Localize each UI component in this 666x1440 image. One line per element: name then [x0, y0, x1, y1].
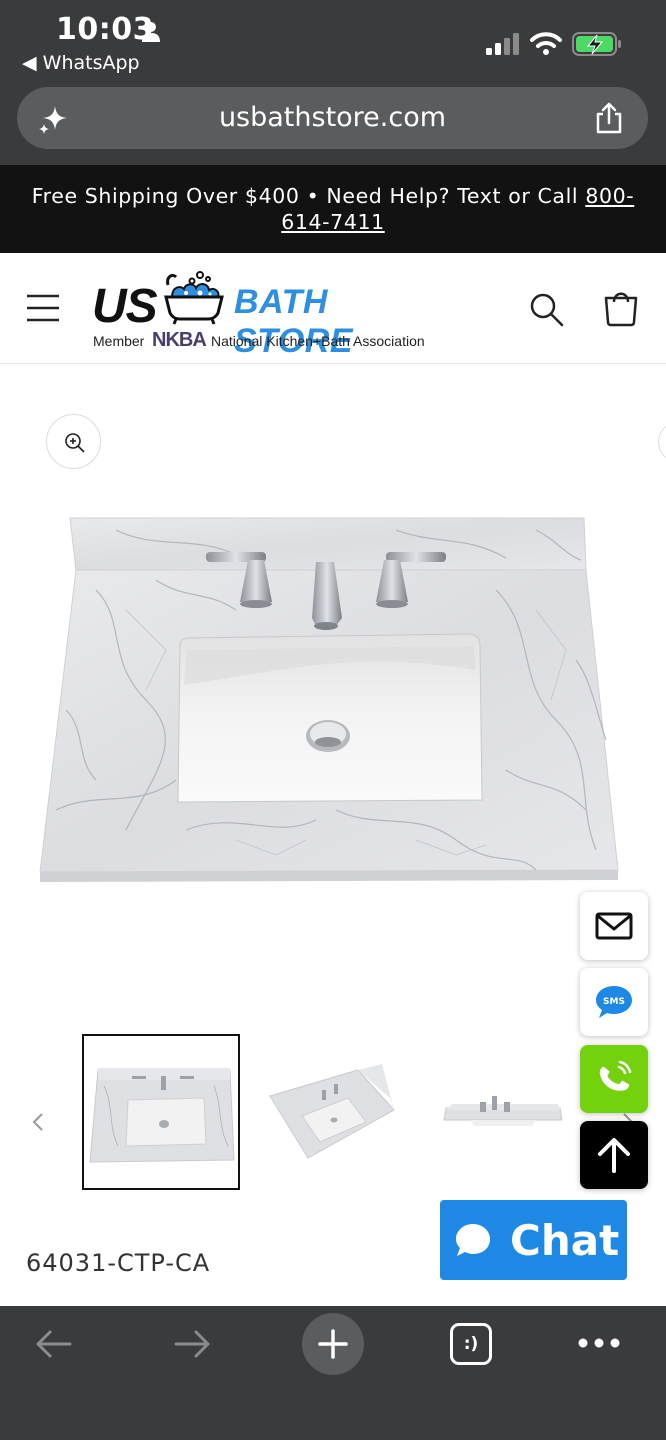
thumbnail-gallery — [0, 1030, 666, 1200]
logo-member-text: Member — [93, 333, 145, 349]
site-header: US BATH STORE Member NKBA National Kitch… — [0, 253, 666, 364]
chat-button[interactable]: Chat — [440, 1200, 627, 1280]
plus-icon — [318, 1329, 348, 1359]
phone-link-part1[interactable]: 800- — [585, 184, 634, 208]
person-icon — [142, 22, 160, 42]
status-bar: 10:03 ◀ WhatsApp usbathstore.com — [0, 0, 666, 165]
zoom-in-icon — [65, 433, 85, 453]
forward-arrow-icon[interactable] — [172, 1328, 212, 1360]
zoom-button[interactable] — [46, 414, 101, 469]
thumbnail-3-image — [443, 1096, 563, 1126]
thumbnail-1[interactable] — [82, 1034, 240, 1190]
sms-contact-button[interactable]: SMS — [580, 968, 648, 1036]
product-image[interactable] — [36, 510, 624, 890]
status-time: 10:03 — [56, 12, 154, 47]
thumbnail-1-image — [89, 1068, 235, 1163]
signal-icon — [486, 33, 519, 55]
wifi-icon — [530, 32, 562, 55]
address-bar[interactable]: usbathstore.com — [17, 87, 648, 149]
chat-bubble-icon — [456, 1224, 490, 1256]
page: 10:03 ◀ WhatsApp usbathstore.com Free Sh… — [0, 0, 666, 1440]
next-media-button[interactable] — [658, 424, 666, 460]
bathtub-icon — [164, 271, 224, 325]
battery-charging-icon — [572, 32, 621, 56]
thumbnail-2-image — [269, 1064, 395, 1159]
more-dots-icon[interactable] — [578, 1336, 620, 1350]
cart-icon[interactable] — [603, 289, 639, 327]
announcement-bar: Free Shipping Over $400 • Need Help? Tex… — [0, 165, 666, 253]
envelope-icon — [595, 912, 633, 940]
share-icon[interactable] — [593, 101, 625, 135]
sms-label: SMS — [603, 997, 625, 1007]
product-sku: 64031-CTP-CA — [26, 1249, 211, 1277]
sms-bubble-icon: SMS — [596, 986, 632, 1018]
menu-icon[interactable] — [26, 293, 60, 323]
browser-toolbar: :) — [0, 1306, 666, 1440]
url-text[interactable]: usbathstore.com — [17, 102, 648, 133]
logo-association-text: National Kitchen+Bath Association — [211, 333, 425, 349]
email-contact-button[interactable] — [580, 892, 648, 960]
tabs-button[interactable]: :) — [450, 1323, 492, 1365]
phone-ringing-icon — [599, 1060, 632, 1091]
new-tab-button[interactable] — [302, 1313, 364, 1375]
back-to-top-button[interactable] — [580, 1121, 648, 1189]
site-logo[interactable]: US BATH STORE Member NKBA National Kitch… — [92, 267, 437, 360]
nkba-logo: NKBA — [152, 329, 207, 351]
arrow-up-icon — [598, 1138, 630, 1173]
back-arrow-icon[interactable] — [34, 1328, 74, 1360]
back-to-app-link[interactable]: ◀ WhatsApp — [22, 52, 140, 74]
announcement-text: Free Shipping Over $400 • Need Help? Tex… — [31, 184, 586, 208]
call-contact-button[interactable] — [580, 1045, 648, 1113]
chat-label: Chat — [510, 1216, 620, 1265]
chevron-left-icon[interactable] — [28, 1110, 48, 1134]
thumbnail-2[interactable] — [262, 1034, 402, 1190]
phone-link-part2[interactable]: 614-7411 — [281, 210, 385, 234]
logo-us-text: US — [92, 280, 158, 333]
logo-bath-store-text: BATH STORE — [234, 283, 354, 360]
thumbnail-3[interactable] — [440, 1034, 570, 1190]
search-icon[interactable] — [528, 291, 564, 327]
